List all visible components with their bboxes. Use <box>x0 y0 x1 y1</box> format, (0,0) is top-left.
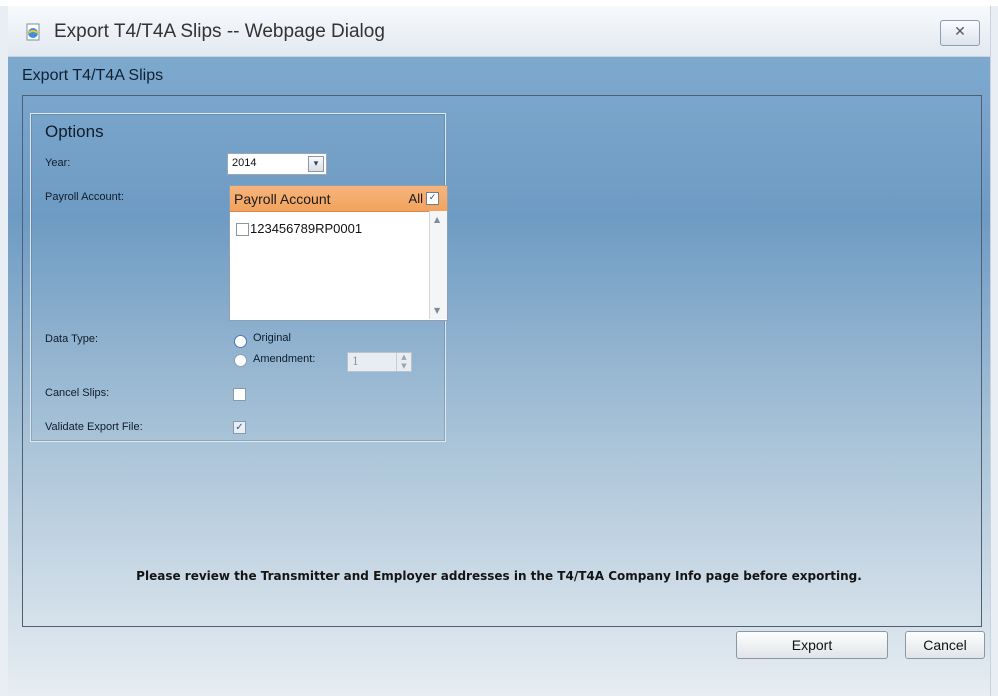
amendment-stepper[interactable]: ▲ ▼ <box>396 353 411 371</box>
amendment-label: Amendment: <box>253 353 316 365</box>
all-checkbox[interactable]: ✓ <box>426 192 439 205</box>
year-value: 2014 <box>232 157 257 169</box>
scroll-up-icon[interactable]: ▲ <box>434 215 440 224</box>
amendment-value: 1 <box>352 355 359 368</box>
page-title: Export T4/T4A Slips <box>22 67 164 84</box>
close-button[interactable]: ✕ <box>940 20 980 46</box>
original-radio[interactable] <box>234 335 247 348</box>
cancel-slips-checkbox[interactable] <box>233 388 246 401</box>
options-title: Options <box>45 122 104 141</box>
dialog-content: Export T4/T4A Slips Options Year: 2014 ▾… <box>8 57 990 696</box>
cancel-slips-label: Cancel Slips: <box>45 387 110 399</box>
dialog-titlebar: Export T4/T4A Slips -- Webpage Dialog ✕ <box>8 6 990 57</box>
grid-header: Payroll Account All ✓ <box>230 186 447 212</box>
chevron-down-icon[interactable]: ▾ <box>308 156 324 172</box>
year-label: Year: <box>45 157 71 169</box>
year-select[interactable]: 2014 ▾ <box>227 153 327 175</box>
account-checkbox[interactable] <box>236 223 249 236</box>
amendment-radio[interactable] <box>234 354 247 367</box>
cancel-button[interactable]: Cancel <box>905 631 985 659</box>
payroll-account-label: Payroll Account: <box>45 191 124 203</box>
validate-export-label: Validate Export File: <box>45 421 143 433</box>
original-label: Original <box>253 332 291 344</box>
export-button[interactable]: Export <box>736 631 888 659</box>
validate-export-checkbox[interactable]: ✓ <box>233 421 246 434</box>
grid-header-label: Payroll Account <box>234 191 331 207</box>
review-notice: Please review the Transmitter and Employ… <box>136 569 862 583</box>
all-label: All <box>408 191 423 206</box>
data-type-label: Data Type: <box>45 333 98 345</box>
dialog-title: Export T4/T4A Slips -- Webpage Dialog <box>54 21 385 42</box>
window-border-right <box>990 6 998 696</box>
ie-page-icon <box>26 23 40 41</box>
payroll-account-grid: Payroll Account All ✓ 123456789RP0001 ▲ … <box>229 185 448 321</box>
account-number: 123456789RP0001 <box>250 221 363 236</box>
scroll-down-icon[interactable]: ▼ <box>434 306 440 315</box>
grid-scrollbar[interactable]: ▲ ▼ <box>429 211 447 319</box>
amendment-number-input[interactable]: 1 ▲ ▼ <box>347 352 412 372</box>
